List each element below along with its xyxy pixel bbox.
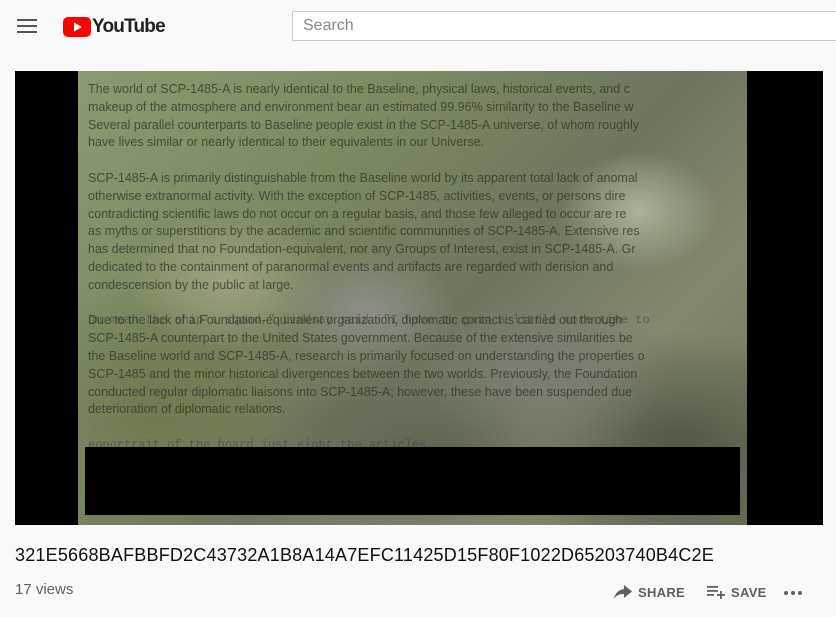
view-count: 17 views (15, 581, 74, 598)
save-button[interactable]: SAVE (707, 585, 767, 600)
share-button[interactable]: SHARE (614, 585, 685, 600)
playlist-add-icon (707, 585, 726, 599)
search-input[interactable] (292, 11, 836, 41)
youtube-logo[interactable]: YouTube (63, 15, 166, 39)
share-label: SHARE (638, 584, 686, 600)
video-frame-overlay-text: ou mean the ship's squad," Lindsay said.… (88, 313, 650, 505)
youtube-logo-icon (63, 17, 91, 37)
video-title: 321E5668BAFBBFD2C43732A1B8A14A7EFC11425D… (15, 545, 714, 565)
share-arrow-icon (614, 585, 632, 599)
save-label: SAVE (731, 584, 767, 600)
top-bar: YouTube (0, 0, 836, 56)
hamburger-menu-icon[interactable] (17, 19, 37, 35)
redaction-bar (85, 447, 740, 515)
more-horizontal-icon[interactable] (783, 583, 803, 601)
video-player[interactable]: The world of SCP-1485-A is nearly identi… (15, 71, 823, 525)
video-actions: SHARE SAVE (614, 583, 803, 601)
logo-text: YouTube (92, 16, 166, 37)
